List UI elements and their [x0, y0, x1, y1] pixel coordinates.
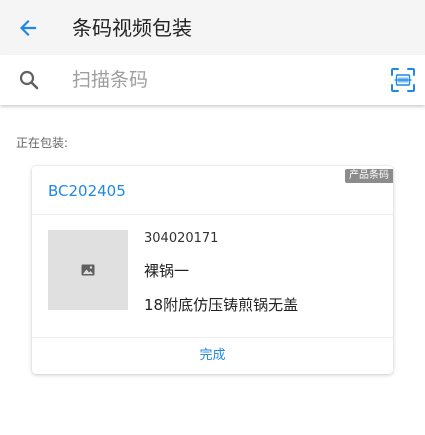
back-button[interactable]	[14, 14, 42, 42]
image-placeholder-icon	[81, 264, 95, 276]
arrow-left-icon[interactable]	[18, 18, 38, 38]
app-header: 条码视频包装	[0, 0, 425, 55]
package-code[interactable]: BC202405	[48, 180, 126, 202]
barcode-scan-icon[interactable]	[390, 67, 416, 93]
search-bar	[0, 55, 425, 105]
item-code: 304020171	[144, 231, 219, 246]
packing-card: 产品条码 BC202405 304020171 裸锅一 18附底仿压铸煎锅无盖 …	[32, 166, 393, 374]
card-divider-top	[32, 214, 393, 215]
search-icon	[19, 70, 39, 90]
product-barcode-badge: 产品条码	[345, 169, 393, 183]
product-thumbnail	[48, 230, 128, 310]
item-name: 裸锅一	[144, 262, 190, 280]
packing-section-label: 正在包装:	[16, 136, 69, 150]
complete-button[interactable]: 完成	[32, 338, 393, 374]
item-description: 18附底仿压铸煎锅无盖	[144, 296, 299, 314]
page-title: 条码视频包装	[72, 16, 192, 40]
barcode-search-input[interactable]	[72, 65, 372, 95]
